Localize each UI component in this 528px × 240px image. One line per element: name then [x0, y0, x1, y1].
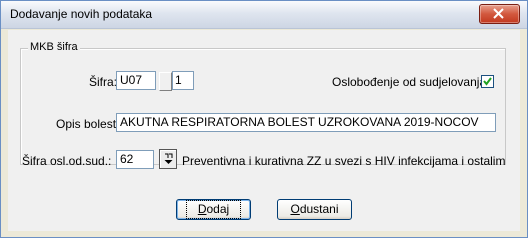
sifra-osl-input[interactable]: 62 [116, 150, 154, 169]
odustani-button-label: Odustani [290, 202, 338, 216]
group-legend: MKB šifra [28, 41, 80, 53]
dodaj-button-label: Dodaj [185, 200, 242, 219]
sifra-sub-input[interactable]: 1 [172, 71, 194, 90]
sifra-spinner[interactable] [159, 72, 172, 91]
lookup-dropdown-icon [164, 153, 173, 164]
sifra-label: Šifra: [89, 75, 118, 89]
window-title: Dodavanje novih podataka [10, 7, 153, 21]
sifra-osl-lookup-button[interactable] [159, 149, 177, 169]
mkb-group [20, 48, 506, 165]
close-button[interactable] [479, 4, 520, 24]
odustani-accelerator: O [290, 202, 300, 216]
sifra-osl-description: Preventivna i kurativna ZZ u svezi s HIV… [182, 154, 506, 168]
odustani-button[interactable]: Odustani [277, 199, 352, 220]
oslobodjenje-checkbox[interactable] [481, 75, 494, 88]
sifra-osl-label: Šifra osl.od.sud.: [22, 154, 112, 168]
title-bar[interactable]: Dodavanje novih podataka [1, 1, 527, 29]
dodaj-button[interactable]: Dodaj [176, 199, 251, 220]
opis-input[interactable]: AKUTNA RESPIRATORNA BOLEST UZROKOVANA 20… [116, 113, 496, 132]
close-icon [493, 8, 504, 19]
checkmark-icon [483, 77, 492, 86]
dodaj-label-rest: odaj [206, 202, 230, 216]
dialog-body: MKB šifra Šifra: U07 1 Oslobođenje od su… [8, 30, 520, 231]
dialog-window: Dodavanje novih podataka MKB šifra Šifra… [0, 0, 528, 238]
odustani-label-rest: dustani [299, 202, 339, 216]
oslobodjenje-label: Oslobođenje od sudjelovanja: [332, 75, 490, 89]
opis-label: Opis bolesti: [56, 117, 123, 131]
sifra-code-input[interactable]: U07 [116, 71, 156, 90]
